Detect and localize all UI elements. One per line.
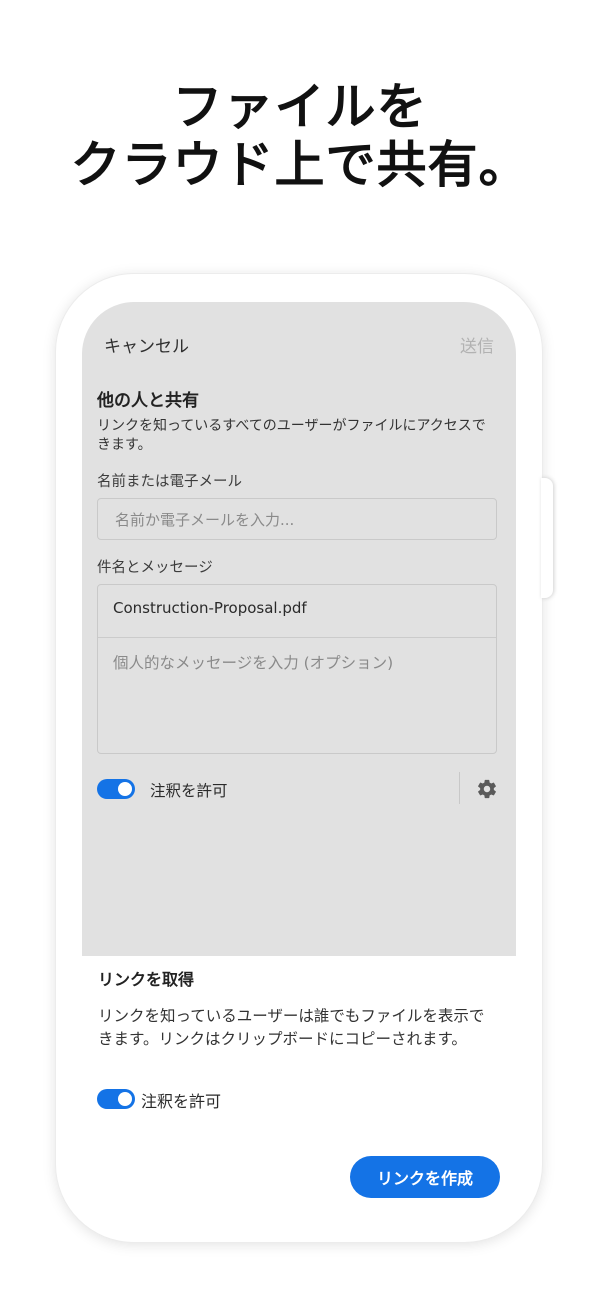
link-allow-comments-toggle[interactable] bbox=[97, 1089, 135, 1109]
share-sheet: キャンセル 送信 他の人と共有 リンクを知っているすべてのユーザーがファイルにア… bbox=[82, 302, 516, 956]
get-link-description: リンクを知っているユーザーは誰でもファイルを表示できます。リンクはクリップボード… bbox=[98, 1007, 485, 1048]
toggle-knob bbox=[118, 782, 132, 796]
message-box: Construction-Proposal.pdf 個人的なメッセージを入力 (… bbox=[97, 584, 497, 754]
gear-icon[interactable] bbox=[476, 778, 498, 800]
settings-divider bbox=[459, 772, 460, 804]
allow-comments-toggle[interactable] bbox=[97, 779, 135, 799]
phone-side-button bbox=[541, 478, 553, 598]
message-input[interactable]: 個人的なメッセージを入力 (オプション) bbox=[113, 651, 393, 673]
headline: ファイルを クラウド上で共有。 bbox=[0, 78, 600, 194]
subject-field[interactable]: Construction-Proposal.pdf bbox=[113, 599, 307, 617]
recipient-placeholder: 名前か電子メールを入力... bbox=[115, 511, 295, 529]
message-label: 件名とメッセージ bbox=[97, 560, 213, 576]
link-allow-comments-label: 注釈を許可 bbox=[141, 1092, 222, 1111]
allow-comments-label: 注釈を許可 bbox=[150, 782, 228, 800]
headline-line-2: クラウド上で共有。 bbox=[70, 136, 530, 194]
headline-line-1: ファイルを bbox=[172, 78, 428, 136]
phone-screen: キャンセル 送信 他の人と共有 リンクを知っているすべてのユーザーがファイルにア… bbox=[82, 302, 516, 1212]
toggle-knob bbox=[118, 1092, 132, 1106]
recipient-label: 名前または電子メール bbox=[97, 474, 242, 490]
recipient-input[interactable]: 名前か電子メールを入力... bbox=[97, 498, 497, 540]
share-heading: 他の人と共有 bbox=[97, 391, 199, 411]
create-link-button[interactable]: リンクを作成 bbox=[350, 1156, 500, 1198]
get-link-heading: リンクを取得 bbox=[98, 970, 195, 989]
cancel-button[interactable]: キャンセル bbox=[104, 332, 189, 357]
send-button[interactable]: 送信 bbox=[460, 332, 494, 357]
message-divider bbox=[98, 637, 496, 638]
share-description: リンクを知っているすべてのユーザーがファイルにアクセスできます。 bbox=[97, 418, 486, 453]
